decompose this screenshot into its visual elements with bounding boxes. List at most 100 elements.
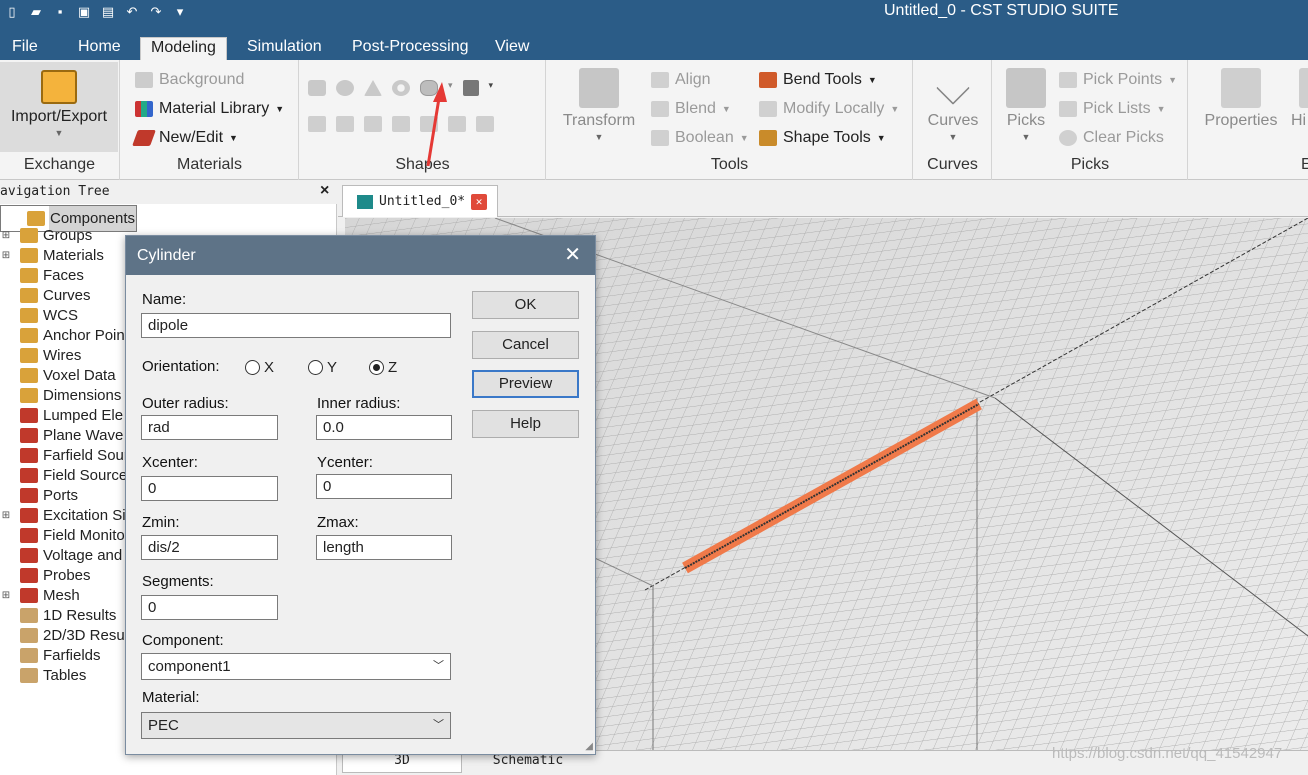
nav-item[interactable]: Plane Wave <box>0 425 124 445</box>
nav-item[interactable]: 1D Results <box>0 605 117 625</box>
import-export-button[interactable]: Import/Export ▼ <box>0 62 118 152</box>
inner-radius-input[interactable]: 0.0 <box>316 415 452 440</box>
expand-icon[interactable]: ⊞ <box>0 510 12 521</box>
outer-radius-input[interactable]: rad <box>141 415 278 440</box>
nav-item[interactable]: ⊞ Excitation Si <box>0 505 127 525</box>
component-select[interactable]: component1 ﹀ <box>141 653 451 680</box>
folder-icon <box>20 527 38 543</box>
tab-view[interactable]: View <box>495 37 529 60</box>
brick-icon[interactable] <box>308 80 326 96</box>
material-select[interactable]: PEC ﹀ <box>141 712 451 739</box>
boolean-button[interactable]: Boolean ▼ <box>651 129 749 147</box>
nav-item[interactable]: ⊞ Mesh <box>0 585 81 605</box>
material-library-button[interactable]: Material Library ▼ <box>135 100 284 118</box>
preview-button[interactable]: Preview <box>472 370 579 398</box>
resize-grip-icon[interactable]: ◢ <box>585 741 593 752</box>
sweep-icon[interactable] <box>392 116 410 132</box>
nav-item[interactable]: ⊞ Materials <box>0 245 105 265</box>
nav-item[interactable]: Dimensions <box>0 385 122 405</box>
navigation-tree-header: avigation Tree <box>0 183 337 203</box>
tab-simulation[interactable]: Simulation <box>247 37 322 60</box>
nav-item[interactable]: Field Source <box>0 465 128 485</box>
clear-picks-button[interactable]: Clear Picks <box>1059 129 1164 147</box>
orientation-z-radio[interactable]: Z <box>369 359 397 376</box>
blend-icon <box>651 101 669 117</box>
nav-item[interactable]: Voltage and <box>0 545 123 565</box>
open-folder-icon[interactable]: ▰ <box>28 4 44 19</box>
print-icon[interactable]: ▤ <box>100 4 116 19</box>
blend-button[interactable]: Blend ▼ <box>651 100 731 118</box>
nav-item-label: Farfield Sour <box>43 446 129 464</box>
tab-home[interactable]: Home <box>78 37 121 60</box>
nav-item[interactable]: Voxel Data <box>0 365 117 385</box>
nav-item[interactable]: WCS <box>0 305 79 325</box>
modify-locally-button[interactable]: Modify Locally ▼ <box>759 100 899 118</box>
name-input[interactable]: dipole <box>141 313 451 338</box>
cancel-button[interactable]: Cancel <box>472 331 579 359</box>
xcenter-input[interactable]: 0 <box>141 476 278 501</box>
undo-icon[interactable]: ↶ <box>124 4 140 19</box>
loft-icon[interactable] <box>364 116 382 132</box>
nav-item[interactable]: 2D/3D Resul <box>0 625 129 645</box>
tab-post-processing[interactable]: Post-Processing <box>352 37 469 60</box>
close-icon[interactable]: × <box>320 182 329 200</box>
close-icon[interactable]: ✕ <box>471 193 488 210</box>
nav-item[interactable]: Ports <box>0 485 79 505</box>
background-button[interactable]: Background <box>135 71 244 89</box>
ycenter-input[interactable]: 0 <box>316 474 452 499</box>
group-curves: Curves ▼ Curves <box>914 60 992 180</box>
save-icon[interactable]: ▪ <box>52 4 68 19</box>
nav-item[interactable]: Probes <box>0 565 92 585</box>
redo-icon[interactable]: ↷ <box>148 4 164 19</box>
history-button[interactable]: Hi <box>1291 68 1308 130</box>
expand-icon[interactable]: ⊞ <box>0 230 12 241</box>
properties-button[interactable]: Properties <box>1199 68 1283 130</box>
shape-tools-button[interactable]: Shape Tools ▼ <box>759 129 886 147</box>
cone-icon[interactable] <box>364 80 382 96</box>
extrude-icon[interactable] <box>462 80 479 96</box>
new-edit-material-button[interactable]: New/Edit ▼ <box>132 129 238 147</box>
nav-item[interactable]: Anchor Poin <box>0 325 126 345</box>
expand-icon[interactable]: ⊞ <box>0 250 12 261</box>
segments-input[interactable]: 0 <box>141 595 278 620</box>
nav-item[interactable]: Wires <box>0 345 82 365</box>
bond-wire-icon[interactable] <box>476 116 494 132</box>
group-edit: Properties Hi E <box>1189 60 1308 180</box>
help-button[interactable]: Help <box>472 410 579 438</box>
customize-toolbar-icon[interactable]: ▾ <box>172 4 188 19</box>
extrude-curve-icon[interactable] <box>308 116 326 132</box>
nav-item[interactable]: Lumped Ele <box>0 405 124 425</box>
zmin-input[interactable]: dis/2 <box>141 535 278 560</box>
wire-icon[interactable] <box>448 116 466 132</box>
nav-item[interactable]: Field Monito <box>0 525 126 545</box>
ok-button[interactable]: OK <box>472 291 579 319</box>
pick-lists-button[interactable]: Pick Lists ▼ <box>1059 100 1166 118</box>
nav-item[interactable]: Tables <box>0 665 87 685</box>
bend-tools-button[interactable]: Bend Tools ▼ <box>759 71 877 89</box>
nav-item[interactable]: Curves <box>0 285 92 305</box>
expand-icon[interactable]: ⊞ <box>0 590 12 601</box>
orientation-x-radio[interactable]: X <box>245 359 274 376</box>
chevron-down-icon: ▼ <box>594 132 604 142</box>
nav-item[interactable]: Farfield Sour <box>0 445 130 465</box>
nav-item[interactable]: ⊞ Groups <box>0 225 93 245</box>
nav-item-label: Farfields <box>43 646 101 664</box>
save-all-icon[interactable]: ▣ <box>76 4 92 19</box>
close-icon[interactable]: ✕ <box>564 236 581 275</box>
picks-button[interactable]: Picks ▼ <box>997 68 1055 142</box>
zmax-input[interactable]: length <box>316 535 452 560</box>
transform-button[interactable]: Transform ▼ <box>551 68 647 142</box>
sphere-icon[interactable] <box>336 80 354 96</box>
tab-modeling[interactable]: Modeling <box>140 37 227 60</box>
nav-item[interactable]: Faces <box>0 265 85 285</box>
nav-item[interactable]: Farfields <box>0 645 102 665</box>
align-button[interactable]: Align <box>651 71 711 89</box>
rotate-icon[interactable] <box>336 116 354 132</box>
pick-points-button[interactable]: Pick Points ▼ <box>1059 71 1177 89</box>
curves-button[interactable]: Curves ▼ <box>916 68 990 142</box>
document-tab[interactable]: Untitled_0* ✕ <box>342 185 498 217</box>
new-file-icon[interactable]: ▯ <box>4 4 20 19</box>
torus-icon[interactable] <box>392 80 410 96</box>
tab-file[interactable]: File <box>12 37 38 60</box>
orientation-y-radio[interactable]: Y <box>308 359 337 376</box>
